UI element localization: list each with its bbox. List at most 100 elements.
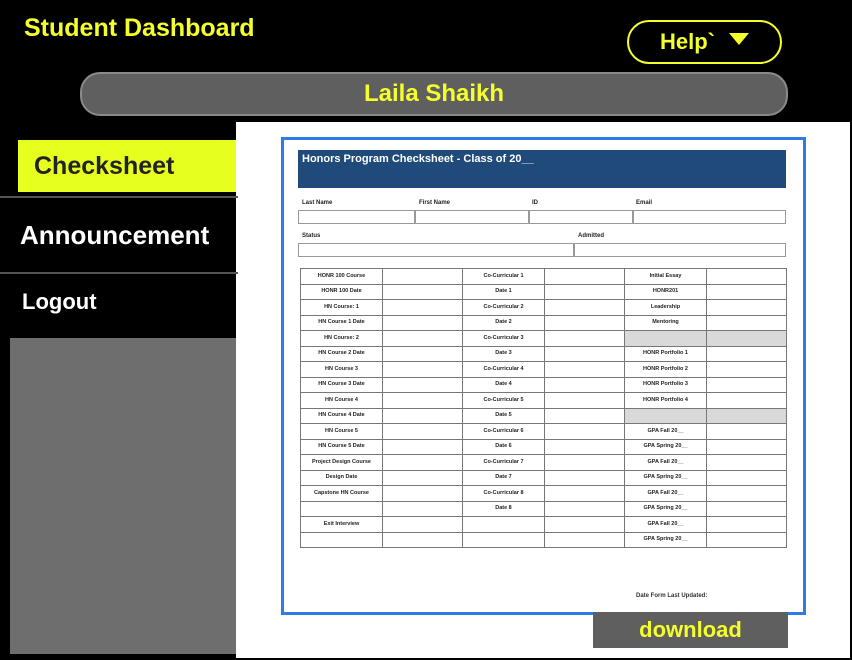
table-row: HN Course 5 Co-Curricular 6 GPA Fall 20__	[300, 423, 787, 440]
table-cell	[706, 314, 787, 331]
table-row: HN Course 2 Date Date 3 HONR Portfolio 1	[300, 345, 787, 362]
table-cell: Co-Curricular 7	[462, 454, 545, 471]
table-cell	[544, 314, 625, 331]
id-field	[529, 210, 633, 224]
table-cell	[382, 469, 463, 486]
table-cell: HN Course 3 Date	[300, 376, 383, 393]
sidebar-item-logout[interactable]: Logout	[0, 282, 238, 322]
table-cell	[706, 516, 787, 533]
email-label: Email	[636, 200, 653, 206]
table-row: HONR 100 Date Date 1 HONR201	[300, 283, 787, 300]
table-cell	[300, 500, 383, 517]
table-row: HN Course: 2 Co-Curricular 3	[300, 330, 787, 347]
table-cell	[544, 454, 625, 471]
table-cell	[706, 345, 787, 362]
table-cell: Design Date	[300, 469, 383, 486]
table-cell	[544, 500, 625, 517]
table-cell	[706, 392, 787, 409]
table-cell	[544, 268, 625, 285]
table-cell	[544, 516, 625, 533]
table-cell: Co-Curricular 4	[462, 361, 545, 378]
table-cell: HN Course: 2	[300, 330, 383, 347]
table-cell	[624, 330, 707, 347]
table-cell	[706, 485, 787, 502]
table-cell: Co-Curricular 8	[462, 485, 545, 502]
status-field	[298, 243, 574, 257]
table-cell: GPA Spring 20__	[624, 531, 707, 548]
table-cell: GPA Fall 20__	[624, 516, 707, 533]
table-cell	[462, 516, 545, 533]
table-cell: Initial Essay	[624, 268, 707, 285]
table-cell	[544, 531, 625, 548]
caret-down-icon	[729, 33, 749, 45]
checksheet-table: HONR 100 Course Co-Curricular 1 Initial Es…	[300, 268, 787, 548]
table-cell: Leadership	[624, 299, 707, 316]
table-row: Design Date Date 7 GPA Spring 20__	[300, 469, 787, 486]
table-cell	[706, 500, 787, 517]
table-cell: GPA Fall 20__	[624, 454, 707, 471]
table-row: Exit Interview GPA Fall 20__	[300, 516, 787, 533]
sidebar-item-announcement[interactable]: Announcement	[0, 196, 238, 274]
table-cell	[706, 423, 787, 440]
table-cell: Co-Curricular 5	[462, 392, 545, 409]
table-cell	[382, 454, 463, 471]
table-cell	[544, 330, 625, 347]
table-cell	[544, 423, 625, 440]
sidebar-item-checksheet[interactable]: Checksheet	[18, 140, 236, 192]
table-cell	[544, 299, 625, 316]
download-button[interactable]: download	[593, 612, 788, 648]
admitted-label: Admitted	[578, 233, 604, 239]
table-cell: Date 3	[462, 345, 545, 362]
first-name-field	[415, 210, 529, 224]
table-cell	[706, 283, 787, 300]
table-row: HONR 100 Course Co-Curricular 1 Initial Es…	[300, 268, 787, 285]
table-cell	[382, 407, 463, 424]
table-cell	[544, 345, 625, 362]
table-cell	[544, 361, 625, 378]
table-cell: HONR Portfolio 3	[624, 376, 707, 393]
table-cell: Date 7	[462, 469, 545, 486]
table-cell: GPA Spring 20__	[624, 500, 707, 517]
table-cell	[706, 531, 787, 548]
table-cell	[382, 283, 463, 300]
table-cell: HONR Portfolio 4	[624, 392, 707, 409]
table-cell: HN Course 1 Date	[300, 314, 383, 331]
table-cell: Date 2	[462, 314, 545, 331]
table-cell	[544, 376, 625, 393]
table-cell	[544, 438, 625, 455]
table-cell: HN Course 5	[300, 423, 383, 440]
table-cell	[544, 283, 625, 300]
table-cell	[382, 376, 463, 393]
table-cell: HN Course 4 Date	[300, 407, 383, 424]
email-field	[633, 210, 786, 224]
table-row: HN Course 4 Co-Curricular 5 HONR Portfolio…	[300, 392, 787, 409]
table-cell: Date 5	[462, 407, 545, 424]
table-cell	[382, 516, 463, 533]
table-cell	[706, 361, 787, 378]
table-cell	[382, 361, 463, 378]
table-cell	[706, 438, 787, 455]
table-cell: Exit Interview	[300, 516, 383, 533]
table-cell: HONR Portfolio 2	[624, 361, 707, 378]
document-title: Honors Program Checksheet - Class of 20_…	[298, 150, 786, 188]
first-name-label: First Name	[419, 200, 451, 206]
table-row: Project Design Course Co-Curricular 7 GPA …	[300, 454, 787, 471]
table-cell	[382, 423, 463, 440]
help-dropdown-button[interactable]: Help`	[627, 20, 782, 64]
table-cell: HONR201	[624, 283, 707, 300]
table-cell	[382, 438, 463, 455]
table-cell	[706, 469, 787, 486]
table-cell	[544, 392, 625, 409]
table-cell: HONR 100 Course	[300, 268, 383, 285]
table-cell: GPA Fall 20__	[624, 423, 707, 440]
table-cell: Project Design Course	[300, 454, 383, 471]
table-cell	[382, 299, 463, 316]
table-cell: HN Course 5 Date	[300, 438, 383, 455]
table-cell	[382, 485, 463, 502]
table-cell: HN Course 3	[300, 361, 383, 378]
table-cell: HONR 100 Date	[300, 283, 383, 300]
admitted-field	[574, 243, 786, 257]
table-cell: HN Course 2 Date	[300, 345, 383, 362]
table-cell: Co-Curricular 2	[462, 299, 545, 316]
table-cell	[382, 314, 463, 331]
